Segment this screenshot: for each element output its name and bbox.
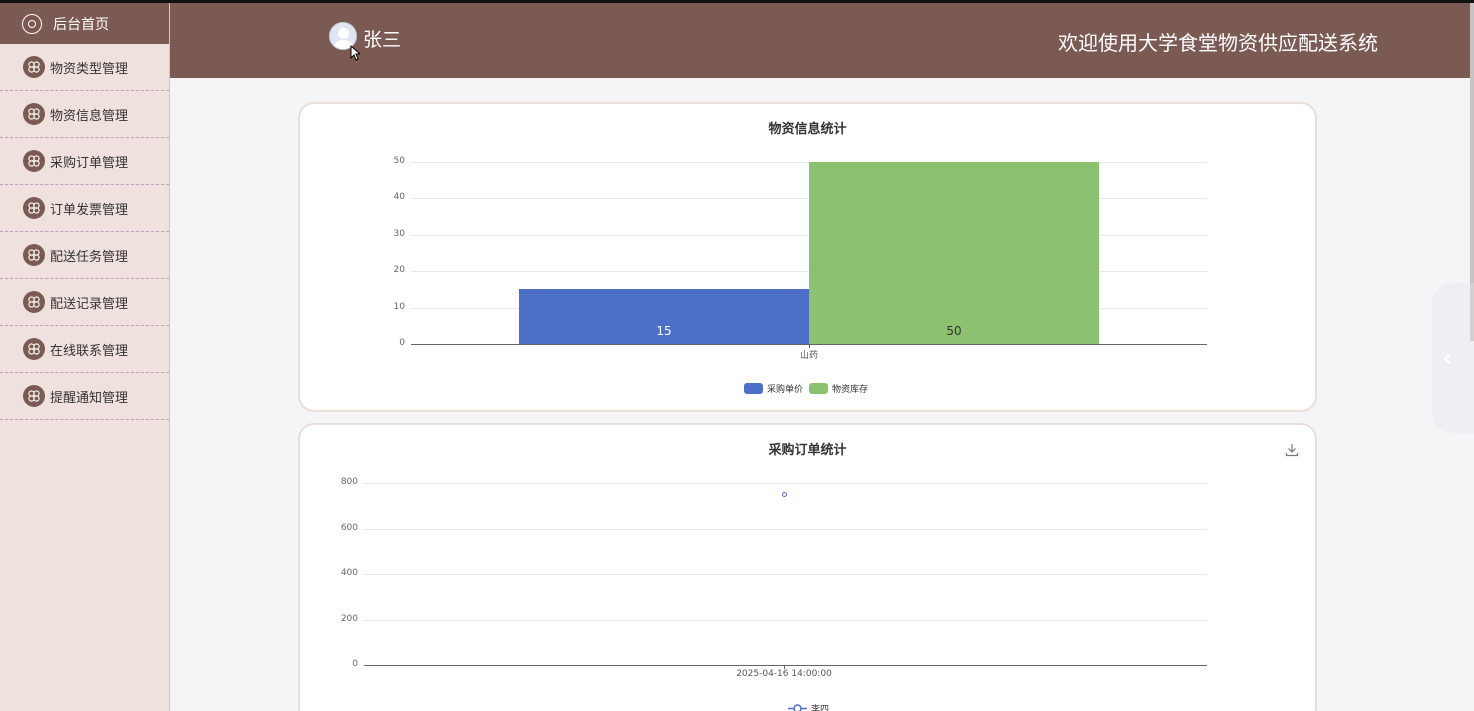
legend-label: 采购单价 (767, 385, 804, 395)
username[interactable]: 张三 (363, 25, 401, 52)
menu-icon (23, 197, 45, 219)
legend-swatch (744, 383, 763, 394)
menu-icon (23, 291, 45, 313)
menu-icon (23, 103, 45, 125)
bar (809, 162, 1099, 344)
legend-label: 李四 (811, 705, 830, 711)
legend-label: 物资库存 (832, 385, 869, 395)
sidebar-item-label: 配送任务管理 (50, 249, 129, 265)
y-tick-label: 40 (393, 192, 405, 203)
chart-card-order-stats: 采购订单统计 0 200 400 600 800 2025-04-16 14:00:00 … (298, 423, 1317, 711)
y-tick-label: 600 (340, 522, 358, 533)
grid-line (364, 665, 1207, 666)
chart-legend: 李四 (788, 702, 835, 711)
sidebar-item[interactable]: 在线联系管理 (0, 326, 169, 373)
mouse-cursor-icon (350, 45, 360, 61)
grid-line (364, 619, 1207, 621)
legend-item: 李四 (788, 702, 829, 711)
window-top-border (0, 0, 1474, 3)
sidebar-item[interactable]: 配送记录管理 (0, 279, 169, 326)
chart-title: 采购订单统计 (768, 443, 847, 458)
chart-title: 物资信息统计 (768, 122, 847, 137)
legend-item: 物资库存 (809, 382, 868, 395)
header: 张三 欢迎使用大学食堂物资供应配送系统 (170, 3, 1474, 78)
y-tick-label: 200 (340, 613, 358, 624)
sidebar-item-label: 订单发票管理 (50, 202, 129, 218)
download-icon[interactable] (1285, 443, 1299, 457)
legend-item: 采购单价 (744, 382, 803, 395)
bar-value-label: 15 (656, 324, 672, 338)
sidebar-home-label: 后台首页 (53, 16, 109, 33)
legend-swatch (788, 703, 807, 711)
chart-legend: 采购单价 物资库存 (744, 382, 874, 395)
sidebar-item[interactable]: 订单发票管理 (0, 185, 169, 232)
sidebar-item-label: 物资信息管理 (50, 108, 129, 124)
bar-value-label: 50 (946, 324, 962, 338)
sidebar-item[interactable]: 采购订单管理 (0, 138, 169, 185)
sidebar-item[interactable]: 提醒通知管理 (0, 373, 169, 420)
menu-icon (23, 338, 45, 360)
menu-icon (23, 150, 45, 172)
menu-icon (23, 385, 45, 407)
chevron-left-icon: ‹ (1442, 341, 1454, 374)
home-icon (22, 13, 42, 34)
menu-icon (23, 56, 45, 78)
y-tick-label: 0 (399, 338, 405, 348)
sidebar-item-label: 配送记录管理 (50, 296, 129, 312)
sidebar-item-label: 在线联系管理 (50, 343, 129, 359)
sidebar-item-label: 提醒通知管理 (50, 390, 129, 406)
grid-line (364, 528, 1207, 530)
sidebar-item[interactable]: 配送任务管理 (0, 232, 169, 279)
x-tick-label: 2025-04-16 14:00:00 (736, 669, 832, 679)
site-title: 欢迎使用大学食堂物资供应配送系统 (1058, 31, 1378, 55)
sidebar-item-label: 物资类型管理 (50, 61, 129, 77)
y-tick-label: 30 (393, 228, 405, 239)
grid-line (364, 574, 1207, 575)
y-tick-label: 20 (393, 265, 405, 276)
y-tick-label: 400 (340, 568, 358, 578)
y-tick-label: 10 (393, 301, 405, 312)
sidebar-item[interactable]: 物资类型管理 (0, 44, 169, 91)
legend-swatch (809, 383, 829, 394)
x-tick-label: 山药 (799, 351, 819, 361)
menu-icon (23, 244, 45, 266)
sidebar: 后台首页 物资类型管理 物资信息管理 采购订单管理 订单发票管理 配送任务管理 配送记录管… (0, 3, 170, 711)
collapse-arrow-button[interactable]: ‹ (1432, 283, 1474, 433)
sidebar-item[interactable]: 物资信息管理 (0, 91, 169, 138)
data-point (781, 491, 787, 497)
y-tick-label: 50 (393, 156, 405, 166)
grid-line (364, 483, 1207, 484)
chart-card-material-stats: 物资信息统计 0 10 20 30 40 50 15 50 山药 采购单价 物资库存 (298, 102, 1317, 412)
sidebar-home[interactable]: 后台首页 (0, 3, 169, 44)
y-tick-label: 0 (352, 659, 358, 669)
y-tick-label: 800 (340, 477, 358, 487)
sidebar-item-label: 采购订单管理 (50, 155, 129, 171)
